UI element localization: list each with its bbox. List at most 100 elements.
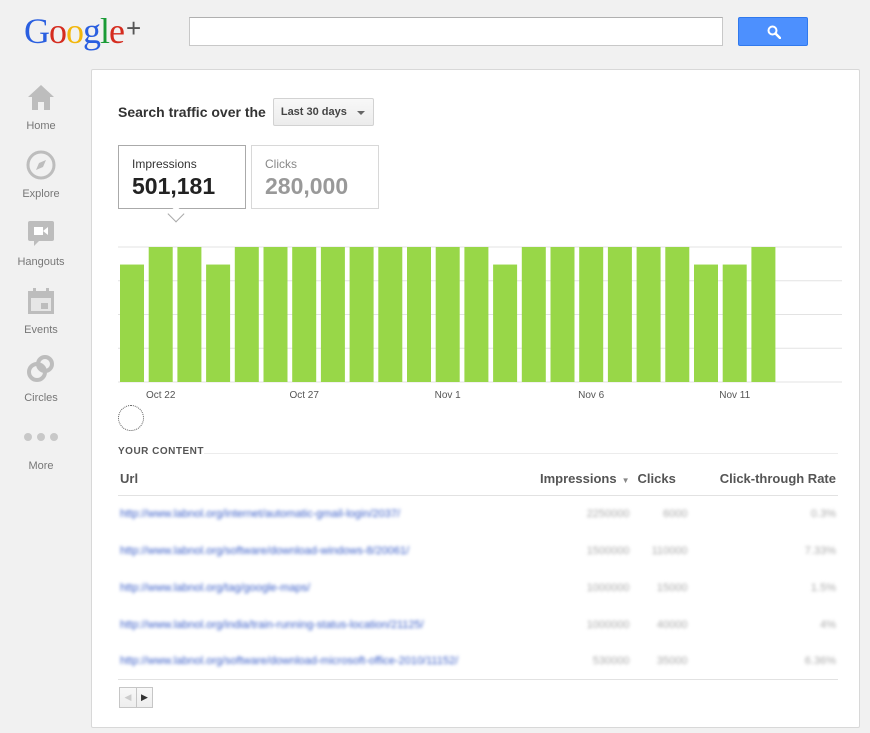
chart-bar[interactable] (148, 247, 173, 382)
traffic-header-text: Search traffic over the (118, 104, 266, 120)
impressions-header-label: Impressions (540, 471, 617, 487)
sort-desc-icon: ▼ (621, 476, 630, 486)
row-url-link[interactable]: http://www.labnol.org/software/download-… (118, 532, 538, 569)
logo-letter: e (109, 11, 125, 51)
left-nav: Home Explore Hangouts Events Circles Mor… (0, 80, 82, 488)
calendar-icon (28, 288, 54, 314)
search-input[interactable] (189, 17, 723, 46)
logo-letter: o (49, 11, 67, 51)
table-row: http://www.labnol.org/india/train-runnin… (118, 606, 838, 643)
google-plus-logo[interactable]: Google+ (24, 10, 141, 52)
chart-bar[interactable] (435, 247, 460, 382)
circles-icon (27, 355, 54, 382)
row-url-link[interactable]: http://www.labnol.org/tag/google-maps/ (118, 569, 538, 606)
clicks-label: Clicks (265, 157, 297, 171)
row-impressions: 1500000 (586, 544, 630, 557)
col-url-header[interactable]: Url (118, 463, 538, 496)
row-clicks: 110000 (651, 544, 688, 557)
section-divider (204, 453, 838, 454)
chart-bar[interactable] (206, 264, 231, 382)
more-dots-icon (24, 433, 58, 441)
chart-bar[interactable] (636, 247, 661, 382)
video-camera-icon (28, 221, 54, 246)
logo-letter: g (83, 11, 101, 51)
chart-bar[interactable] (349, 247, 374, 382)
chart-bar[interactable] (521, 247, 546, 382)
clicks-value: 280,000 (265, 173, 349, 199)
chart-bar[interactable] (694, 264, 718, 382)
date-range-dropdown[interactable]: Last 30 days (272, 98, 374, 126)
row-ctr: 7.33% (804, 544, 836, 557)
row-impressions: 1000000 (586, 618, 630, 631)
row-url-link[interactable]: http://www.labnol.org/internet/automatic… (118, 495, 538, 532)
row-clicks: 35000 (631, 643, 690, 680)
search-button[interactable] (738, 17, 808, 46)
nav-item-more[interactable]: More (0, 420, 82, 488)
nav-item-events[interactable]: Events (0, 284, 82, 352)
chart-x-tick-label: Nov 6 (578, 390, 605, 401)
row-clicks: 15000 (656, 581, 688, 594)
nav-label: Events (24, 324, 58, 336)
nav-item-explore[interactable]: Explore (0, 148, 82, 216)
row-impressions: 2250000 (586, 507, 630, 520)
home-icon (28, 85, 54, 110)
nav-item-home[interactable]: Home (0, 80, 82, 148)
chevron-left-icon: ◀ (124, 692, 132, 702)
nav-item-circles[interactable]: Circles (0, 352, 82, 420)
chart-bar[interactable] (665, 247, 690, 382)
col-ctr-header[interactable]: Click-through Rate (689, 463, 838, 496)
chart-bar[interactable] (378, 247, 403, 382)
logo-plus: + (126, 13, 142, 43)
logo-letter: l (100, 11, 110, 51)
search-icon (767, 25, 781, 39)
table-row: http://www.labnol.org/software/download-… (118, 643, 838, 680)
pager-prev-button[interactable]: ◀ (119, 687, 136, 708)
logo-letter: o (66, 11, 84, 51)
chart-bar[interactable] (493, 264, 518, 382)
chart-x-tick-label: Oct 22 (146, 390, 176, 401)
table-row: http://www.labnol.org/tag/google-maps/ 1… (118, 569, 838, 606)
nav-label: Hangouts (17, 256, 65, 268)
search-traffic-card: Search traffic over the Last 30 days Imp… (91, 69, 860, 728)
chart-bar[interactable] (550, 247, 575, 382)
row-ctr: 1.5% (810, 581, 836, 594)
table-pager: ◀ ▶ (119, 687, 153, 708)
nav-label: Home (26, 120, 56, 132)
table-row: http://www.labnol.org/internet/automatic… (118, 495, 838, 532)
row-ctr: 0.3% (810, 507, 836, 520)
logo-letter: G (24, 11, 50, 51)
chevron-right-icon: ▶ (141, 692, 148, 702)
impressions-label: Impressions (132, 157, 197, 171)
chart-bar[interactable] (292, 247, 317, 382)
row-ctr: 6.36% (689, 643, 838, 680)
chart-bar[interactable] (607, 247, 632, 382)
chart-bar[interactable] (722, 264, 747, 382)
chart-x-tick-label: Nov 11 (719, 390, 750, 401)
chart-x-tick-label: Nov 1 (435, 390, 462, 401)
nav-label: Circles (24, 392, 58, 404)
chart-bar[interactable] (263, 247, 288, 382)
chart-bar[interactable] (120, 264, 144, 382)
chart-bar[interactable] (751, 247, 776, 382)
row-ctr: 4% (820, 618, 836, 631)
traffic-header: Search traffic over the Last 30 days (118, 98, 374, 126)
nav-item-hangouts[interactable]: Hangouts (0, 216, 82, 284)
chevron-down-icon (356, 111, 365, 115)
chart-bar[interactable] (320, 247, 345, 382)
row-url-link[interactable]: http://www.labnol.org/india/train-runnin… (118, 606, 538, 643)
col-impressions-header[interactable]: Impressions ▼ (538, 463, 632, 496)
row-url-link[interactable]: http://www.labnol.org/software/download-… (118, 643, 538, 680)
nav-label: More (28, 460, 54, 472)
chart-bar[interactable] (579, 247, 604, 382)
col-clicks-header[interactable]: Clicks (631, 463, 690, 496)
chart-bar[interactable] (407, 247, 431, 382)
chart-bar[interactable] (234, 247, 259, 382)
chart-bar[interactable] (464, 247, 489, 382)
impressions-tab[interactable]: Impressions 501,181 (118, 145, 246, 209)
pager-next-button[interactable]: ▶ (136, 687, 153, 708)
clicks-tab[interactable]: Clicks 280,000 (251, 145, 379, 209)
your-content-title: YOUR CONTENT (118, 446, 204, 457)
chart-x-tick-label: Oct 27 (289, 390, 319, 401)
chart-bar[interactable] (177, 247, 202, 382)
loading-spinner-icon (118, 405, 144, 431)
